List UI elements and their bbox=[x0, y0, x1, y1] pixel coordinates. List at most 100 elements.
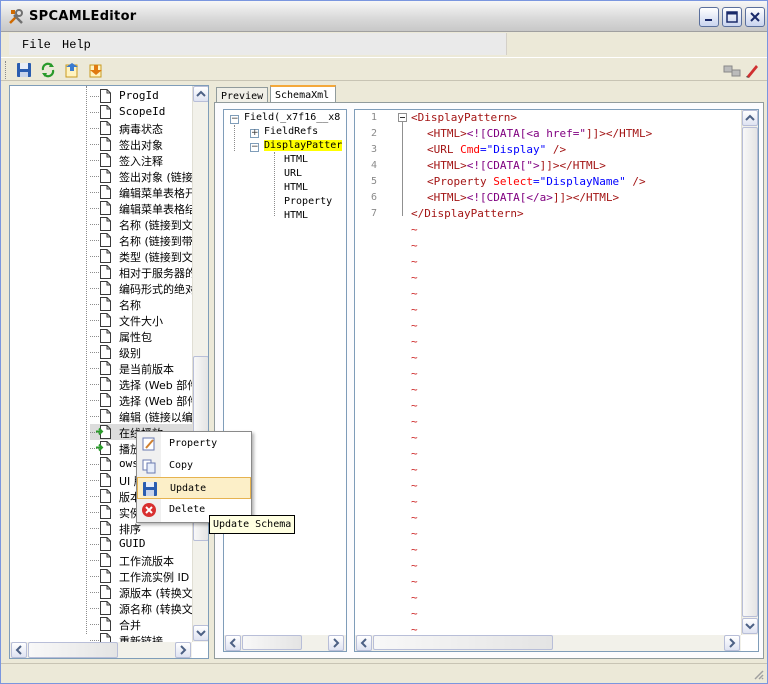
editor-hscroll[interactable] bbox=[355, 635, 741, 651]
menu-help[interactable]: Help bbox=[62, 38, 91, 52]
collapse-displaypattern-icon[interactable]: − bbox=[250, 143, 259, 152]
maximize-icon bbox=[726, 11, 738, 23]
code-token: <a href=" bbox=[526, 127, 586, 140]
scroll-right-button[interactable] bbox=[175, 642, 191, 658]
tree-connector bbox=[90, 416, 99, 417]
title-bar[interactable]: SPCAMLEditor bbox=[1, 1, 767, 32]
tree-connector bbox=[90, 176, 99, 177]
schema-node-property[interactable]: Property bbox=[284, 196, 332, 207]
empty-line-marker: ~ bbox=[411, 271, 418, 284]
tree-connector bbox=[90, 496, 99, 497]
code-token: <DisplayPattern> bbox=[411, 111, 517, 124]
fold-guide bbox=[402, 118, 403, 216]
empty-line-marker: ~ bbox=[411, 431, 418, 444]
empty-line-marker: ~ bbox=[411, 415, 418, 428]
pen-icon[interactable] bbox=[743, 61, 761, 79]
code-token: /> bbox=[546, 143, 567, 156]
line-number-gutter: 1 2 3 4 5 6 7 bbox=[355, 110, 393, 635]
left-tree-vscroll[interactable] bbox=[192, 86, 208, 642]
menu-item-property[interactable]: Property bbox=[137, 433, 251, 455]
tree-connector bbox=[90, 208, 99, 209]
menu-file[interactable]: File bbox=[22, 38, 51, 52]
line-number: 6 bbox=[371, 192, 378, 203]
code-token: ]]></HTML> bbox=[552, 191, 620, 204]
schema-tree-hscroll[interactable] bbox=[224, 635, 346, 651]
scroll-up-button[interactable] bbox=[193, 86, 208, 102]
schema-node-html[interactable]: HTML bbox=[284, 182, 308, 193]
close-button[interactable] bbox=[745, 7, 765, 27]
scroll-right-button[interactable] bbox=[724, 635, 740, 651]
xml-editor[interactable]: 1 2 3 4 5 6 7 <DisplayPattern> <HTML><![… bbox=[354, 109, 759, 652]
tree-connector bbox=[90, 528, 99, 529]
left-tree-hscroll[interactable] bbox=[10, 642, 192, 658]
hscroll-thumb[interactable] bbox=[373, 635, 553, 650]
schema-node-html[interactable]: HTML bbox=[284, 210, 308, 221]
toolbar-grip[interactable] bbox=[5, 61, 8, 79]
tree-item-label: 签出对象 bbox=[119, 139, 163, 152]
line-number: 2 bbox=[371, 128, 378, 139]
code-token: <HTML> bbox=[427, 159, 467, 172]
empty-line-marker: ~ bbox=[411, 223, 418, 236]
scroll-right-button[interactable] bbox=[328, 635, 344, 651]
editor-vscroll[interactable] bbox=[741, 110, 758, 635]
code-line-4: <HTML><![CDATA[">]]></HTML> bbox=[427, 159, 606, 172]
tree-connector bbox=[90, 112, 99, 113]
document-icon bbox=[100, 393, 111, 407]
network-icon[interactable] bbox=[723, 61, 741, 79]
empty-line-marker: ~ bbox=[411, 255, 418, 268]
tree-connector bbox=[90, 192, 99, 193]
empty-line-marker: ~ bbox=[411, 351, 418, 364]
hscroll-thumb[interactable] bbox=[28, 642, 118, 658]
maximize-button[interactable] bbox=[722, 7, 742, 27]
empty-line-marker: ~ bbox=[411, 303, 418, 316]
tree-item-label: 相对于服务器的 bbox=[119, 267, 196, 280]
tree-item-label: 级别 bbox=[119, 347, 141, 360]
import-icon[interactable] bbox=[87, 61, 105, 79]
collapse-root-icon[interactable]: − bbox=[230, 115, 239, 124]
tree-connector bbox=[90, 464, 99, 465]
scroll-down-button[interactable] bbox=[742, 618, 758, 634]
schema-node-url[interactable]: URL bbox=[284, 168, 302, 179]
schema-node-fieldrefs[interactable]: FieldRefs bbox=[264, 126, 318, 137]
document-icon bbox=[100, 601, 111, 615]
document-icon bbox=[100, 153, 111, 167]
save-icon bbox=[143, 482, 157, 496]
scroll-left-button[interactable] bbox=[225, 635, 241, 651]
schema-tree[interactable]: − Field(_x7f16__x8 + FieldRefs − Display… bbox=[223, 109, 347, 652]
save-icon[interactable] bbox=[15, 61, 33, 79]
schema-node-field[interactable]: Field(_x7f16__x8 bbox=[244, 112, 340, 123]
document-icon bbox=[100, 537, 111, 551]
schema-node-html[interactable]: HTML bbox=[284, 154, 308, 165]
empty-line-marker: ~ bbox=[411, 335, 418, 348]
scroll-down-button[interactable] bbox=[193, 625, 208, 641]
scroll-left-button[interactable] bbox=[356, 635, 372, 651]
minimize-button[interactable] bbox=[699, 7, 719, 27]
scroll-thumb[interactable] bbox=[742, 127, 758, 617]
document-icon bbox=[100, 313, 111, 327]
resize-grip-icon[interactable] bbox=[752, 668, 764, 680]
tree-connector bbox=[90, 352, 99, 353]
chevron-right-icon bbox=[729, 638, 736, 648]
tree-item-label: 名称 (链接到带 bbox=[119, 235, 193, 248]
schema-node-displaypattern[interactable]: DisplayPatter bbox=[264, 140, 343, 151]
expand-fieldrefs-icon[interactable]: + bbox=[250, 129, 259, 138]
document-icon bbox=[100, 89, 111, 103]
code-line-6: <HTML><![CDATA[</a>]]></HTML> bbox=[427, 191, 619, 204]
code-token: ]]></HTML> bbox=[539, 159, 606, 172]
scroll-up-button[interactable] bbox=[742, 110, 758, 126]
empty-line-marker: ~ bbox=[411, 543, 418, 556]
export-icon[interactable] bbox=[63, 61, 81, 79]
tree-connector bbox=[90, 128, 99, 129]
refresh-icon[interactable] bbox=[39, 61, 57, 79]
chevron-down-icon bbox=[745, 623, 755, 630]
menu-item-update[interactable]: Update bbox=[137, 477, 251, 499]
fold-collapse-icon[interactable] bbox=[398, 113, 407, 122]
menu-item-copy[interactable]: Copy bbox=[137, 455, 251, 477]
menu-item-label: Property bbox=[169, 438, 218, 449]
hscroll-thumb[interactable] bbox=[242, 635, 302, 650]
document-icon bbox=[100, 281, 111, 295]
scroll-left-button[interactable] bbox=[11, 642, 27, 658]
code-token: <![CDATA[ bbox=[466, 159, 527, 172]
code-token: <URL bbox=[427, 143, 461, 156]
field-list-tree[interactable]: ProgId ScopeId 病毒状态 签出对象 签入注释 签出对象 (链接到 编辑菜单表格… bbox=[9, 85, 209, 659]
